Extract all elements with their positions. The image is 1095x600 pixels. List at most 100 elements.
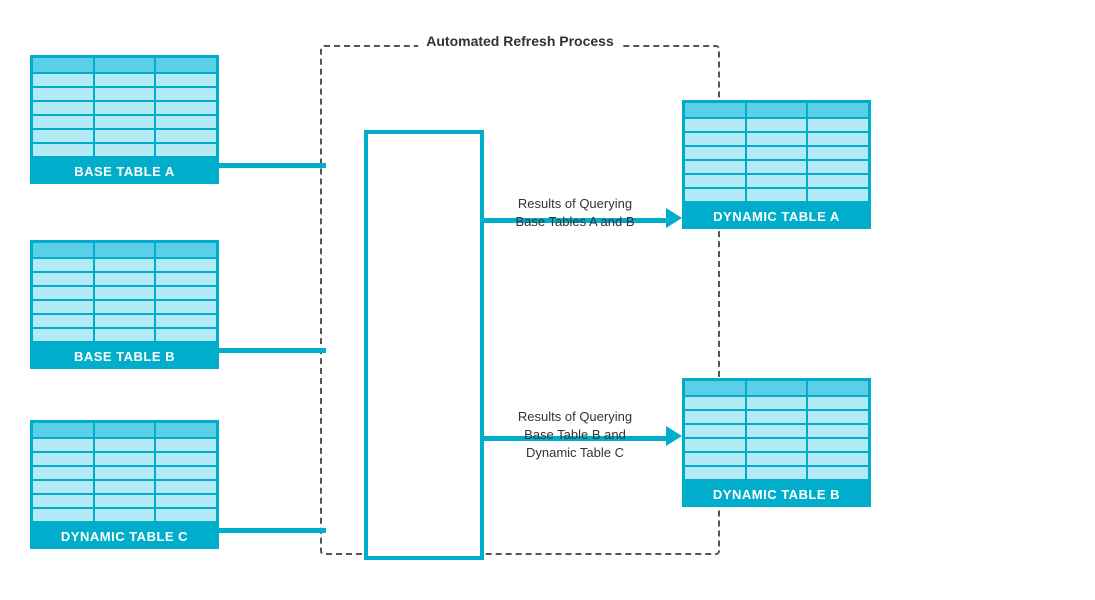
cell	[684, 146, 746, 160]
cell	[684, 132, 746, 146]
cell	[746, 396, 808, 410]
process-box	[364, 130, 484, 560]
cell	[155, 422, 217, 438]
cell	[684, 118, 746, 132]
base-table-a-label: BASE TABLE A	[30, 159, 219, 184]
cell	[32, 258, 94, 272]
dynamic-table-b-out-label: DYNAMIC TABLE B	[682, 482, 871, 507]
cell	[32, 101, 94, 115]
cell	[684, 188, 746, 202]
arrowhead-bottom	[666, 426, 682, 446]
cell	[32, 438, 94, 452]
cell	[32, 242, 94, 258]
diagram-container: Automated Refresh Process BAS	[0, 0, 1095, 600]
cell	[155, 494, 217, 508]
cell	[155, 73, 217, 87]
cell	[746, 410, 808, 424]
cell	[155, 480, 217, 494]
cell	[155, 452, 217, 466]
result-label-bottom: Results of Querying Base Table B and Dyn…	[490, 408, 660, 463]
cell	[684, 452, 746, 466]
cell	[155, 314, 217, 328]
cell	[94, 508, 156, 522]
cell	[807, 146, 869, 160]
cell	[807, 466, 869, 480]
cell	[807, 438, 869, 452]
table-grid-dynamic-a-out	[682, 100, 871, 204]
cell	[155, 87, 217, 101]
cell	[684, 410, 746, 424]
cell	[807, 380, 869, 396]
cell	[684, 160, 746, 174]
cell	[32, 87, 94, 101]
cell	[155, 272, 217, 286]
cell	[746, 188, 808, 202]
dynamic-table-a-out-label: DYNAMIC TABLE A	[682, 204, 871, 229]
result-label-top: Results of Querying Base Tables A and B	[490, 195, 660, 231]
cell	[155, 300, 217, 314]
cell	[32, 300, 94, 314]
cell	[155, 328, 217, 342]
cell	[807, 452, 869, 466]
table-block-dynamic-a-out: DYNAMIC TABLE A	[682, 100, 871, 229]
cell	[94, 300, 156, 314]
cell	[94, 143, 156, 157]
arrow-base-b-horiz	[219, 348, 326, 353]
cell	[155, 57, 217, 73]
cell	[32, 143, 94, 157]
table-grid-base-b	[30, 240, 219, 344]
table-grid-dynamic-c	[30, 420, 219, 524]
table-block-base-a: BASE TABLE A	[30, 55, 219, 184]
cell	[32, 508, 94, 522]
cell	[155, 466, 217, 480]
cell	[807, 118, 869, 132]
cell	[155, 258, 217, 272]
refresh-box-title: Automated Refresh Process	[418, 33, 622, 49]
cell	[807, 174, 869, 188]
cell	[684, 466, 746, 480]
cell	[94, 258, 156, 272]
table-block-base-b: BASE TABLE B	[30, 240, 219, 369]
cell	[746, 452, 808, 466]
cell	[746, 174, 808, 188]
cell	[94, 422, 156, 438]
base-table-b-label: BASE TABLE B	[30, 344, 219, 369]
cell	[94, 242, 156, 258]
cell	[807, 424, 869, 438]
cell	[94, 87, 156, 101]
cell	[684, 438, 746, 452]
cell	[684, 102, 746, 118]
table-block-dynamic-c: DYNAMIC TABLE C	[30, 420, 219, 549]
cell	[94, 438, 156, 452]
cell	[94, 129, 156, 143]
dynamic-table-c-label: DYNAMIC TABLE C	[30, 524, 219, 549]
cell	[746, 160, 808, 174]
cell	[32, 466, 94, 480]
cell	[32, 494, 94, 508]
arrowhead-top	[666, 208, 682, 228]
cell	[155, 143, 217, 157]
cell	[746, 102, 808, 118]
cell	[94, 466, 156, 480]
table-grid-dynamic-b-out	[682, 378, 871, 482]
cell	[746, 438, 808, 452]
cell	[746, 466, 808, 480]
cell	[746, 380, 808, 396]
cell	[807, 410, 869, 424]
cell	[94, 480, 156, 494]
cell	[155, 286, 217, 300]
cell	[746, 424, 808, 438]
cell	[807, 132, 869, 146]
cell	[155, 242, 217, 258]
cell	[746, 132, 808, 146]
cell	[684, 380, 746, 396]
cell	[746, 118, 808, 132]
cell	[94, 314, 156, 328]
cell	[155, 129, 217, 143]
cell	[32, 422, 94, 438]
cell	[94, 57, 156, 73]
arrow-base-a-horiz	[219, 163, 326, 168]
cell	[94, 272, 156, 286]
cell	[32, 115, 94, 129]
cell	[155, 438, 217, 452]
